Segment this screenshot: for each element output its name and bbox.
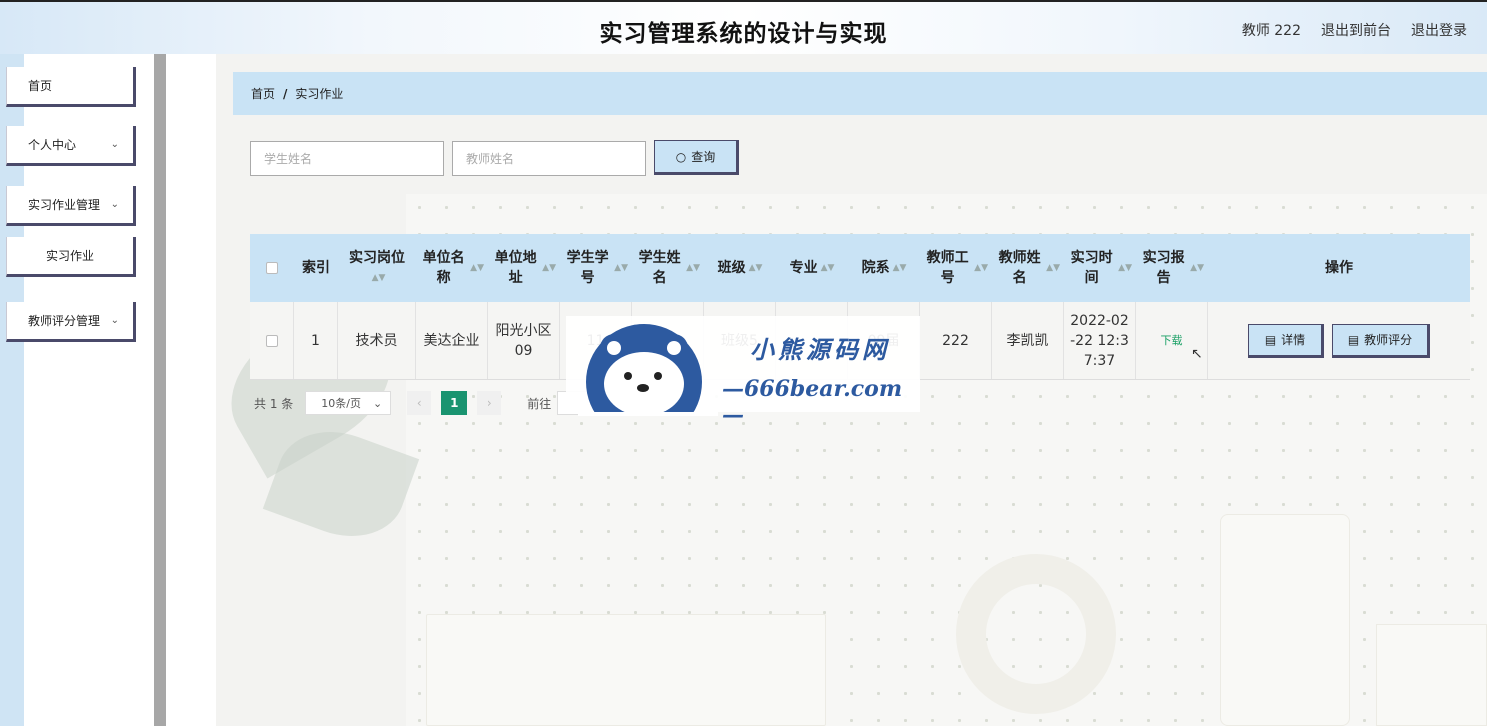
sidebar-item-label: 个人中心	[28, 138, 77, 152]
breadcrumb: 首页 / 实习作业	[233, 72, 1487, 115]
chevron-left-icon: ‹	[416, 396, 422, 410]
background-ring	[956, 554, 1116, 714]
sort-icon: ▲▼	[820, 263, 835, 273]
prev-page-button[interactable]: ‹	[407, 391, 432, 415]
col-header[interactable]: 院系 ▲▼	[848, 234, 920, 302]
select-all-cell[interactable]	[250, 234, 294, 302]
back-to-front-link[interactable]: 退出到前台	[1321, 20, 1391, 40]
sort-icon: ▲▼	[748, 263, 763, 273]
sidebar-item-label: 实习作业管理	[28, 198, 101, 212]
watermark-text-cn: 小熊源码网	[750, 335, 890, 364]
cell-index: 1	[294, 302, 338, 379]
cell-position: 技术员	[338, 302, 416, 379]
col-header[interactable]: 教师姓名 ▲▼	[992, 234, 1064, 302]
watermark: 小熊源码网 —666bear.com—	[566, 316, 920, 428]
document-icon: ▤	[1347, 332, 1360, 347]
sort-icon: ▲▼	[686, 263, 700, 273]
cell-time: 2022-02-22 12:37:37	[1064, 302, 1136, 379]
row-select-cell[interactable]	[250, 302, 294, 379]
sidebar-item-label: 实习作业	[45, 249, 94, 263]
page-size-select[interactable]: 10条/页 ⌄	[305, 391, 392, 415]
breadcrumb-home[interactable]: 首页	[251, 85, 275, 102]
bear-logo-icon	[578, 324, 718, 416]
watermark-text-en: —666bear.com—	[722, 376, 903, 428]
checkbox[interactable]	[265, 334, 278, 347]
cell-company: 美达企业	[416, 302, 488, 379]
background-cylinder	[1220, 514, 1350, 726]
gap-area	[166, 54, 216, 726]
col-header[interactable]: 学生姓名 ▲▼	[632, 234, 704, 302]
col-header[interactable]: 学生学号 ▲▼	[560, 234, 632, 302]
cell-actions: ▤ 详情 ▤ 教师评分	[1208, 302, 1470, 379]
cell-report: 下载	[1136, 302, 1208, 379]
sort-icon: ▲▼	[1046, 263, 1060, 273]
total-count: 共 1 条	[254, 396, 294, 411]
next-page-button[interactable]: ›	[477, 391, 502, 415]
sidebar-item-home[interactable]: 首页	[6, 67, 136, 107]
chevron-right-icon: ›	[486, 396, 492, 410]
pagination: 共 1 条 10条/页 ⌄ ‹ 1 › 前往	[254, 391, 598, 415]
col-header[interactable]: 实习报告 ▲▼	[1136, 234, 1208, 302]
col-header[interactable]: 单位名称 ▲▼	[416, 234, 488, 302]
chevron-down-icon: ⌄	[110, 315, 119, 326]
score-button[interactable]: ▤ 教师评分	[1332, 323, 1430, 358]
detail-button[interactable]: ▤ 详情	[1248, 323, 1324, 358]
teacher-name-input[interactable]	[452, 141, 646, 176]
breadcrumb-separator: /	[283, 86, 288, 101]
sidebar-item-label: 教师评分管理	[28, 314, 101, 328]
sort-icon: ▲▼	[1118, 263, 1132, 273]
cell-teacher-name: 李凯凯	[992, 302, 1064, 379]
breadcrumb-current: 实习作业	[295, 87, 344, 101]
page-number[interactable]: 1	[441, 391, 468, 415]
sidebar-item-label: 首页	[28, 79, 53, 93]
sidebar-item-homework[interactable]: 实习作业	[6, 237, 136, 277]
chevron-down-icon: ⌄	[373, 396, 383, 410]
student-name-input[interactable]	[250, 141, 444, 176]
search-button[interactable]: ○ 查询	[654, 140, 739, 175]
current-user: 教师 222	[1241, 23, 1301, 39]
col-header[interactable]: 单位地址 ▲▼	[488, 234, 560, 302]
chevron-down-icon: ⌄	[110, 199, 119, 210]
download-link[interactable]: 下载	[1161, 331, 1183, 351]
sidebar-scrollbar[interactable]	[154, 54, 166, 726]
sort-icon: ▲▼	[892, 263, 907, 273]
sidebar-item-profile[interactable]: 个人中心 ⌄	[6, 126, 136, 166]
sort-icon: ▲▼	[974, 263, 988, 273]
sort-icon: ▲▼	[371, 273, 386, 283]
col-header[interactable]: 实习岗位 ▲▼	[338, 234, 416, 302]
top-header: 实习管理系统的设计与实现 教师 222 退出到前台 退出登录	[0, 0, 1487, 54]
col-header[interactable]: 专业 ▲▼	[776, 234, 848, 302]
background-box	[426, 614, 826, 726]
sort-icon: ▲▼	[1190, 263, 1204, 273]
cell-address: 阳光小区09	[488, 302, 560, 379]
col-header[interactable]: 实习时间 ▲▼	[1064, 234, 1136, 302]
col-header: 操作	[1325, 260, 1353, 276]
mouse-cursor-icon: ↖	[1191, 346, 1203, 362]
document-icon: ▤	[1264, 332, 1277, 347]
header-links: 教师 222 退出到前台 退出登录	[1242, 20, 1467, 40]
sidebar-item-homework-manage[interactable]: 实习作业管理 ⌄	[6, 186, 136, 226]
sort-icon: ▲▼	[614, 263, 628, 273]
search-icon: ○	[675, 149, 687, 164]
cell-teacher-no: 222	[920, 302, 992, 379]
sort-icon: ▲▼	[542, 263, 556, 273]
chevron-down-icon: ⌄	[110, 139, 119, 150]
logout-link[interactable]: 退出登录	[1411, 20, 1467, 40]
goto-label: 前往	[527, 396, 552, 411]
sidebar-item-teacher-score[interactable]: 教师评分管理 ⌄	[6, 302, 136, 342]
checkbox[interactable]	[266, 262, 278, 274]
col-header[interactable]: 班级 ▲▼	[704, 234, 776, 302]
search-button-label: 查询	[691, 150, 716, 164]
col-header: 索引	[302, 260, 330, 276]
sort-icon: ▲▼	[470, 263, 484, 273]
col-header[interactable]: 教师工号 ▲▼	[920, 234, 992, 302]
table-header: 索引 实习岗位 ▲▼ 单位名称 ▲▼ 单位地址 ▲▼ 学生学号 ▲▼ 学生姓名 ▲▼ 班级…	[250, 234, 1470, 302]
background-block	[1376, 624, 1487, 726]
